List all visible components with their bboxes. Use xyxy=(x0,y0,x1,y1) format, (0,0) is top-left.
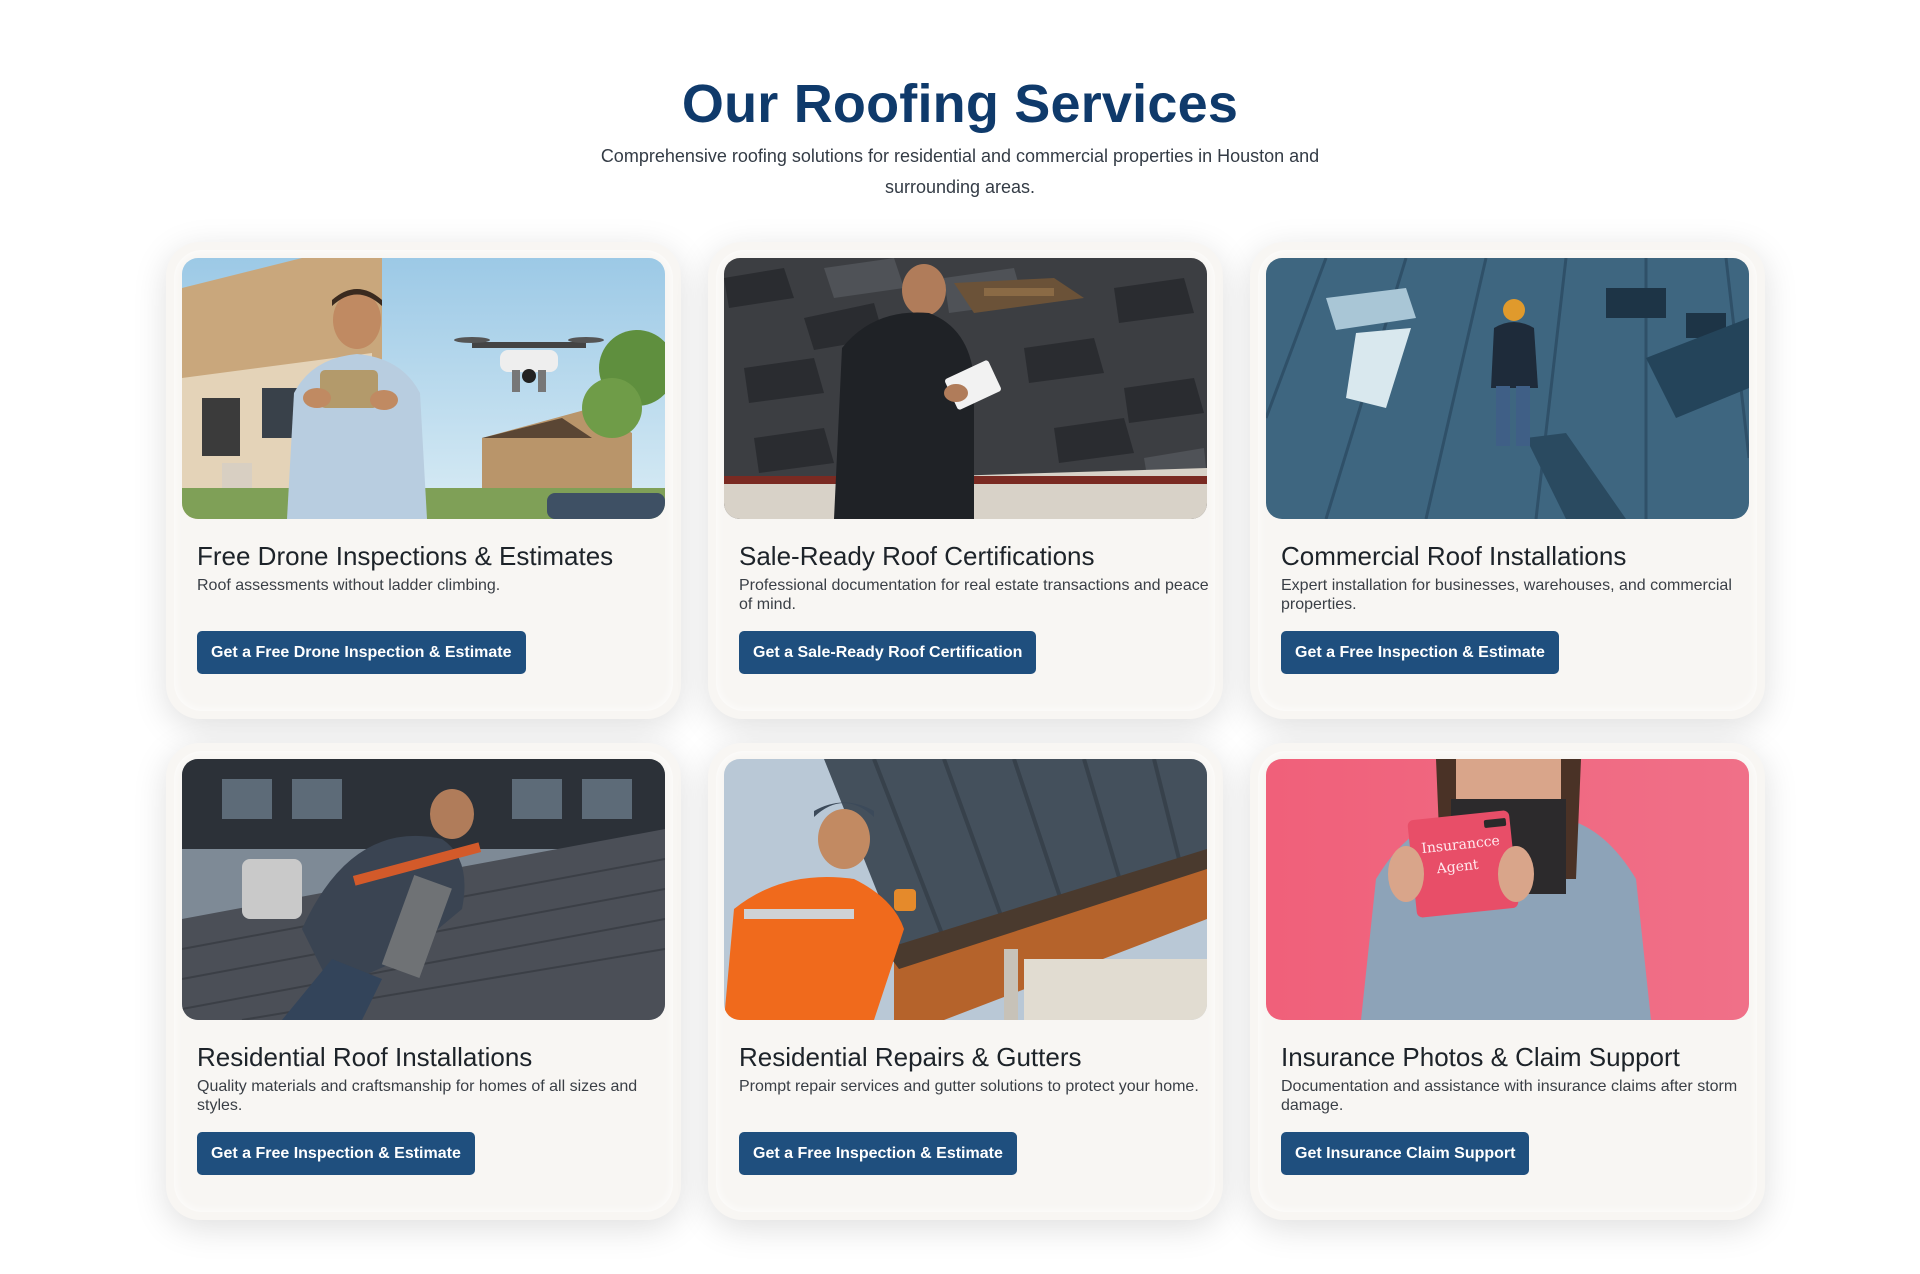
card-title: Sale-Ready Roof Certifications xyxy=(739,541,1095,571)
card-description: Expert installation for businesses, ware… xyxy=(1281,577,1732,613)
card-title: Commercial Roof Installations xyxy=(1281,541,1627,571)
card-title: Free Drone Inspections & Estimates xyxy=(197,541,614,571)
roof-certification-button[interactable]: Get a Sale-Ready Roof Certification xyxy=(739,631,1037,674)
residential-inspection-estimate-button[interactable]: Get a Free Inspection & Estimate xyxy=(197,1132,475,1175)
insurance-claim-support-button[interactable]: Get Insurance Claim Support xyxy=(1281,1132,1530,1175)
card-description: Documentation and assistance with insura… xyxy=(1281,1078,1738,1114)
gutter-repair-photo xyxy=(724,759,1207,1020)
service-card-commercial-installations: Commercial Roof Installations Expert ins… xyxy=(1250,242,1765,719)
section-subtitle: Comprehensive roofing solutions for resi… xyxy=(600,146,1320,197)
service-card-repairs-gutters: Residential Repairs & Gutters Prompt rep… xyxy=(708,743,1223,1220)
card-description: Quality materials and craftsmanship for … xyxy=(197,1078,638,1114)
insurance-card-photo: Insurancce Agent xyxy=(1266,759,1749,1020)
drone-inspection-photo xyxy=(182,258,665,519)
repairs-inspection-estimate-button[interactable]: Get a Free Inspection & Estimate xyxy=(739,1132,1017,1175)
residential-roof-photo xyxy=(182,759,665,1020)
drone-inspection-estimate-button[interactable]: Get a Free Drone Inspection & Estimate xyxy=(197,631,526,674)
commercial-inspection-estimate-button[interactable]: Get a Free Inspection & Estimate xyxy=(1281,631,1559,674)
section-title: Our Roofing Services xyxy=(681,74,1239,134)
roof-certification-photo xyxy=(724,258,1207,519)
service-card-drone-inspections: Free Drone Inspections & Estimates Roof … xyxy=(166,242,681,719)
commercial-roof-photo xyxy=(1266,258,1749,519)
card-description: Prompt repair services and gutter soluti… xyxy=(739,1078,1199,1095)
card-description: Professional documentation for real esta… xyxy=(739,577,1209,613)
roofing-services-section: Our Roofing Services Comprehensive roofi… xyxy=(0,0,1920,1274)
card-description: Roof assessments without ladder climbing… xyxy=(197,577,501,594)
service-card-roof-certifications: Sale-Ready Roof Certifications Professio… xyxy=(708,242,1223,719)
service-card-residential-installations: Residential Roof Installations Quality m… xyxy=(166,743,681,1220)
card-title: Insurance Photos & Claim Support xyxy=(1281,1042,1680,1072)
service-card-insurance-claims: Insurancce Agent Insurance Photos & Clai… xyxy=(1250,743,1765,1220)
card-title: Residential Repairs & Gutters xyxy=(739,1042,1082,1072)
card-title: Residential Roof Installations xyxy=(197,1042,533,1072)
